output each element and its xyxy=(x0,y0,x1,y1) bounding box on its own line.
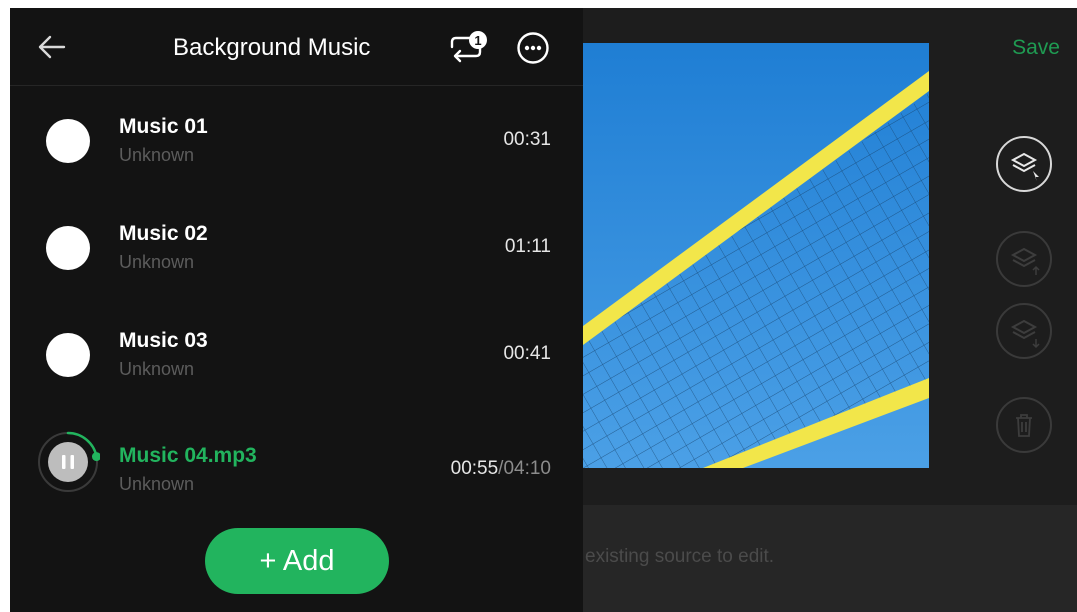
track-name: Music 03 xyxy=(119,329,208,352)
track-name: Music 04.mp3 xyxy=(119,444,257,467)
track-name: Music 02 xyxy=(119,222,208,245)
track-duration: 00:31 xyxy=(503,129,551,150)
loop-icon: 1 xyxy=(450,31,487,63)
progress-dot xyxy=(91,452,101,462)
back-arrow-icon xyxy=(38,35,66,59)
layer-up-icon xyxy=(1010,247,1040,275)
track-item[interactable]: Music 02 Unknown 01:11 xyxy=(10,196,583,296)
layers-select-icon xyxy=(1010,152,1039,181)
track-item[interactable]: Music 01 Unknown 00:31 xyxy=(10,88,583,188)
add-music-button[interactable]: + Add xyxy=(205,528,389,594)
track-artist: Unknown xyxy=(119,359,195,379)
layer-up-button[interactable] xyxy=(996,231,1052,287)
track-artist: Unknown xyxy=(119,474,195,494)
layers-select-button[interactable] xyxy=(996,136,1052,192)
background-music-panel: Background Music 1 Music 01 Unknown 00:3… xyxy=(10,8,583,612)
playback-progress-ring xyxy=(38,431,101,492)
track-disc-icon xyxy=(46,333,90,377)
editor-bottom-bar: existing source to edit. xyxy=(583,505,1077,612)
app-screen: Save existing source to edit. Background… xyxy=(10,8,1077,612)
track-item-playing[interactable]: Music 04.mp3 Unknown 00:55/04:10 xyxy=(10,411,583,511)
total-time: 04:10 xyxy=(503,458,551,479)
editor-area: Save existing source to edit. xyxy=(583,8,1077,612)
save-button[interactable]: Save xyxy=(1012,36,1060,60)
track-disc-icon xyxy=(46,226,90,270)
back-button[interactable] xyxy=(36,34,68,60)
trash-icon xyxy=(1016,414,1032,437)
panel-header: Background Music 1 xyxy=(10,8,583,86)
loop-badge-count: 1 xyxy=(474,33,481,48)
track-duration: 00:55/04:10 xyxy=(451,458,551,480)
track-duration: 00:41 xyxy=(503,343,551,364)
editor-hint: existing source to edit. xyxy=(585,546,775,567)
more-button[interactable] xyxy=(516,31,550,65)
delete-button[interactable] xyxy=(996,397,1052,453)
track-item[interactable]: Music 03 Unknown 00:41 xyxy=(10,303,583,403)
track-disc-icon xyxy=(46,119,90,163)
track-artist: Unknown xyxy=(119,252,195,272)
canvas-photo[interactable] xyxy=(583,43,929,468)
track-artist: Unknown xyxy=(119,145,195,165)
track-name: Music 01 xyxy=(119,115,208,138)
loop-button[interactable]: 1 xyxy=(446,30,488,64)
layer-down-button[interactable] xyxy=(996,303,1052,359)
pause-button[interactable] xyxy=(36,430,101,494)
more-icon xyxy=(517,32,549,64)
layer-down-icon xyxy=(1010,319,1040,348)
page-title: Background Music xyxy=(173,34,371,61)
track-duration: 01:11 xyxy=(504,236,551,257)
elapsed-time: 00:55 xyxy=(450,458,499,479)
volleyball-net-image xyxy=(583,43,929,468)
